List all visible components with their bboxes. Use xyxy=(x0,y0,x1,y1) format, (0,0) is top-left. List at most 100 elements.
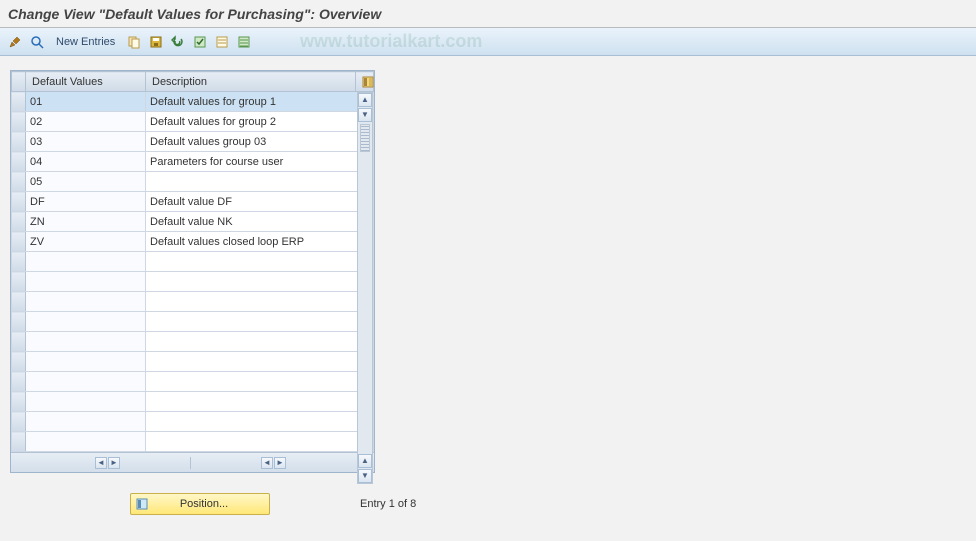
row-selector[interactable] xyxy=(12,392,26,412)
description-cell[interactable]: Default values group 03 xyxy=(146,132,374,152)
description-cell[interactable] xyxy=(146,332,374,352)
description-cell[interactable] xyxy=(146,252,374,272)
table-row[interactable]: 03Default values group 03 xyxy=(12,132,374,152)
hscroll-left-button[interactable]: ◄ xyxy=(95,457,107,469)
row-selector[interactable] xyxy=(12,332,26,352)
position-button-label: Position... xyxy=(157,498,251,510)
table-row[interactable] xyxy=(12,312,374,332)
default-value-cell[interactable]: ZN xyxy=(26,212,146,232)
table-row[interactable]: ZVDefault values closed loop ERP xyxy=(12,232,374,252)
default-value-cell[interactable] xyxy=(26,372,146,392)
row-selector[interactable] xyxy=(12,192,26,212)
row-selector[interactable] xyxy=(12,352,26,372)
scroll-down-bottom-button[interactable]: ▼ xyxy=(358,469,372,483)
description-cell[interactable] xyxy=(146,292,374,312)
description-cell[interactable] xyxy=(146,312,374,332)
default-value-cell[interactable] xyxy=(26,352,146,372)
select-all-icon[interactable] xyxy=(191,33,209,51)
toggle-change-icon[interactable] xyxy=(6,33,24,51)
default-value-cell[interactable] xyxy=(26,332,146,352)
description-cell[interactable] xyxy=(146,412,374,432)
default-value-cell[interactable]: 01 xyxy=(26,92,146,112)
table-row[interactable] xyxy=(12,432,374,452)
row-selector[interactable] xyxy=(12,292,26,312)
row-selector[interactable] xyxy=(12,272,26,292)
row-selector[interactable] xyxy=(12,172,26,192)
row-selector[interactable] xyxy=(12,412,26,432)
description-cell[interactable] xyxy=(146,352,374,372)
description-cell[interactable] xyxy=(146,272,374,292)
scroll-up-bottom-button[interactable]: ▲ xyxy=(358,454,372,468)
watermark: www.tutorialkart.com xyxy=(300,31,482,52)
description-cell[interactable] xyxy=(146,372,374,392)
hscroll-right-button[interactable]: ► xyxy=(108,457,120,469)
description-cell[interactable]: Parameters for course user xyxy=(146,152,374,172)
default-value-cell[interactable] xyxy=(26,392,146,412)
row-selector[interactable] xyxy=(12,112,26,132)
hscroll-left-button-2[interactable]: ◄ xyxy=(261,457,273,469)
table-row[interactable] xyxy=(12,392,374,412)
default-value-cell[interactable]: 05 xyxy=(26,172,146,192)
deselect-all-icon[interactable] xyxy=(213,33,231,51)
scroll-down-button[interactable]: ▼ xyxy=(358,108,372,122)
description-cell[interactable]: Default values for group 2 xyxy=(146,112,374,132)
default-value-cell[interactable] xyxy=(26,432,146,452)
description-cell[interactable] xyxy=(146,172,374,192)
title-bar: Change View "Default Values for Purchasi… xyxy=(0,0,976,28)
description-cell[interactable]: Default values for group 1 xyxy=(146,92,374,112)
description-cell[interactable] xyxy=(146,432,374,452)
new-entries-button[interactable]: New Entries xyxy=(50,34,121,50)
table-row[interactable]: 04Parameters for course user xyxy=(12,152,374,172)
row-selector[interactable] xyxy=(12,372,26,392)
table-row[interactable]: DFDefault value DF xyxy=(12,192,374,212)
row-selector[interactable] xyxy=(12,212,26,232)
row-selector[interactable] xyxy=(12,232,26,252)
table-row[interactable] xyxy=(12,252,374,272)
table-row[interactable] xyxy=(12,332,374,352)
default-value-cell[interactable]: ZV xyxy=(26,232,146,252)
row-selector-header xyxy=(12,72,26,92)
delimit-icon[interactable] xyxy=(235,33,253,51)
description-cell[interactable]: Default value NK xyxy=(146,212,374,232)
description-cell[interactable] xyxy=(146,392,374,412)
default-value-cell[interactable]: 02 xyxy=(26,112,146,132)
col-header-default-values[interactable]: Default Values xyxy=(26,72,146,92)
default-value-cell[interactable]: 03 xyxy=(26,132,146,152)
configure-columns-icon[interactable] xyxy=(356,72,374,92)
table-row[interactable]: 05 xyxy=(12,172,374,192)
page-title: Change View "Default Values for Purchasi… xyxy=(8,6,381,22)
default-value-cell[interactable]: 04 xyxy=(26,152,146,172)
default-value-cell[interactable] xyxy=(26,272,146,292)
scroll-grip-icon[interactable] xyxy=(360,124,370,152)
row-selector[interactable] xyxy=(12,92,26,112)
position-button[interactable]: Position... xyxy=(130,493,270,515)
row-selector[interactable] xyxy=(12,312,26,332)
save-icon[interactable] xyxy=(147,33,165,51)
app-toolbar: New Entries www.tutorialkart.com xyxy=(0,28,976,56)
description-cell[interactable]: Default values closed loop ERP xyxy=(146,232,374,252)
table-row[interactable] xyxy=(12,412,374,432)
row-selector[interactable] xyxy=(12,152,26,172)
table-row[interactable]: ZNDefault value NK xyxy=(12,212,374,232)
details-icon[interactable] xyxy=(28,33,46,51)
description-cell[interactable]: Default value DF xyxy=(146,192,374,212)
default-value-cell[interactable] xyxy=(26,252,146,272)
table-row[interactable]: 02Default values for group 2 xyxy=(12,112,374,132)
row-selector[interactable] xyxy=(12,432,26,452)
col-header-description[interactable]: Description xyxy=(146,72,356,92)
table-row[interactable] xyxy=(12,292,374,312)
table-row[interactable] xyxy=(12,372,374,392)
table-row[interactable] xyxy=(12,272,374,292)
row-selector[interactable] xyxy=(12,252,26,272)
copy-icon[interactable] xyxy=(125,33,143,51)
default-value-cell[interactable] xyxy=(26,292,146,312)
default-value-cell[interactable] xyxy=(26,312,146,332)
table-row[interactable] xyxy=(12,352,374,372)
table-row[interactable]: 01Default values for group 1 xyxy=(12,92,374,112)
default-value-cell[interactable]: DF xyxy=(26,192,146,212)
hscroll-right-button-2[interactable]: ► xyxy=(274,457,286,469)
undo-icon[interactable] xyxy=(169,33,187,51)
default-value-cell[interactable] xyxy=(26,412,146,432)
scroll-up-button[interactable]: ▲ xyxy=(358,93,372,107)
row-selector[interactable] xyxy=(12,132,26,152)
